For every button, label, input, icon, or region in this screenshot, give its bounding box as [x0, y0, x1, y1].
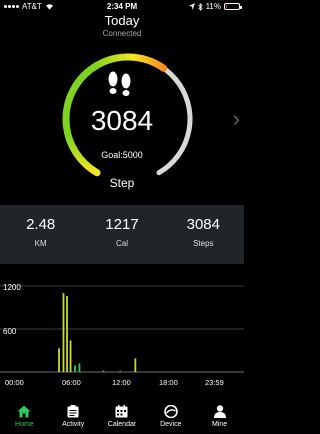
steps-unit: Steps [193, 239, 214, 248]
home-icon [17, 405, 31, 418]
tab-home-label: Home [15, 421, 34, 428]
footprints-icon [108, 71, 131, 96]
chart-bar-5 [78, 363, 81, 372]
watch-icon [163, 405, 178, 418]
tab-calendar-label: Calendar [107, 421, 137, 428]
tab-mine-label: Mine [211, 421, 228, 428]
bluetooth-icon [197, 2, 203, 11]
chart-bar-2 [66, 296, 68, 372]
user-icon [213, 405, 226, 418]
steps-value: 3084 [186, 216, 220, 233]
tab-activity[interactable]: Activity [49, 398, 98, 434]
page-title: Today [104, 13, 140, 28]
chart-bar-7 [119, 370, 122, 372]
distance-value: 2.48 [26, 216, 56, 233]
hourly-steps-chart: 1200 600 00:00 06:00 12:00 18:00 23:59 [0, 283, 244, 386]
step-goal: Goal:5000 [101, 150, 143, 160]
x-tick-2359: 23:59 [205, 378, 224, 386]
calories-unit: Cal [115, 239, 128, 248]
calendar-icon [115, 405, 128, 418]
stat-distance: 2.48 KM [0, 205, 81, 264]
chart-bar-1 [62, 293, 65, 372]
x-tick-0000: 00:00 [5, 378, 24, 386]
tab-activity-label: Activity [62, 421, 85, 428]
step-label: Step [109, 176, 135, 190]
activity-icon [67, 405, 79, 418]
tab-mine[interactable]: Mine [195, 398, 244, 434]
x-tick-1800: 18:00 [159, 378, 178, 386]
status-right: 11% [188, 2, 242, 11]
distance-unit: KM [34, 239, 47, 248]
y-tick-1200: 1200 [3, 283, 21, 292]
next-chevron-icon[interactable]: › [233, 106, 240, 132]
chart-bar-3 [69, 340, 72, 372]
location-icon [188, 3, 195, 10]
stat-calories: 1217 Cal [81, 205, 162, 264]
tab-device[interactable]: Device [146, 398, 195, 434]
chart-bar-0 [58, 348, 60, 372]
x-tick-0600: 06:00 [62, 378, 81, 386]
tab-bar: Home Activity Calendar Device Mine [0, 398, 244, 434]
chart-bar-8 [134, 358, 137, 372]
y-tick-600: 600 [3, 327, 17, 336]
tab-home[interactable]: Home [0, 398, 49, 434]
tab-calendar[interactable]: Calendar [98, 398, 147, 434]
battery-percent: 11% [205, 2, 221, 11]
stats-summary: 2.48 KM 1217 Cal 3084 Steps [0, 205, 244, 264]
calories-value: 1217 [105, 216, 139, 233]
chart-bar-4 [74, 365, 76, 372]
step-count: 3084 [90, 105, 154, 136]
battery-icon [224, 3, 242, 10]
ring-progress-top [91, 53, 168, 72]
x-tick-1200: 12:00 [112, 378, 131, 386]
status-bar: AT&T 2:34 PM 11% [0, 0, 244, 14]
chart-bar-6 [102, 370, 105, 372]
stat-steps: 3084 Steps [163, 205, 244, 264]
connection-status: Connected [102, 29, 142, 38]
tab-device-label: Device [160, 421, 182, 428]
